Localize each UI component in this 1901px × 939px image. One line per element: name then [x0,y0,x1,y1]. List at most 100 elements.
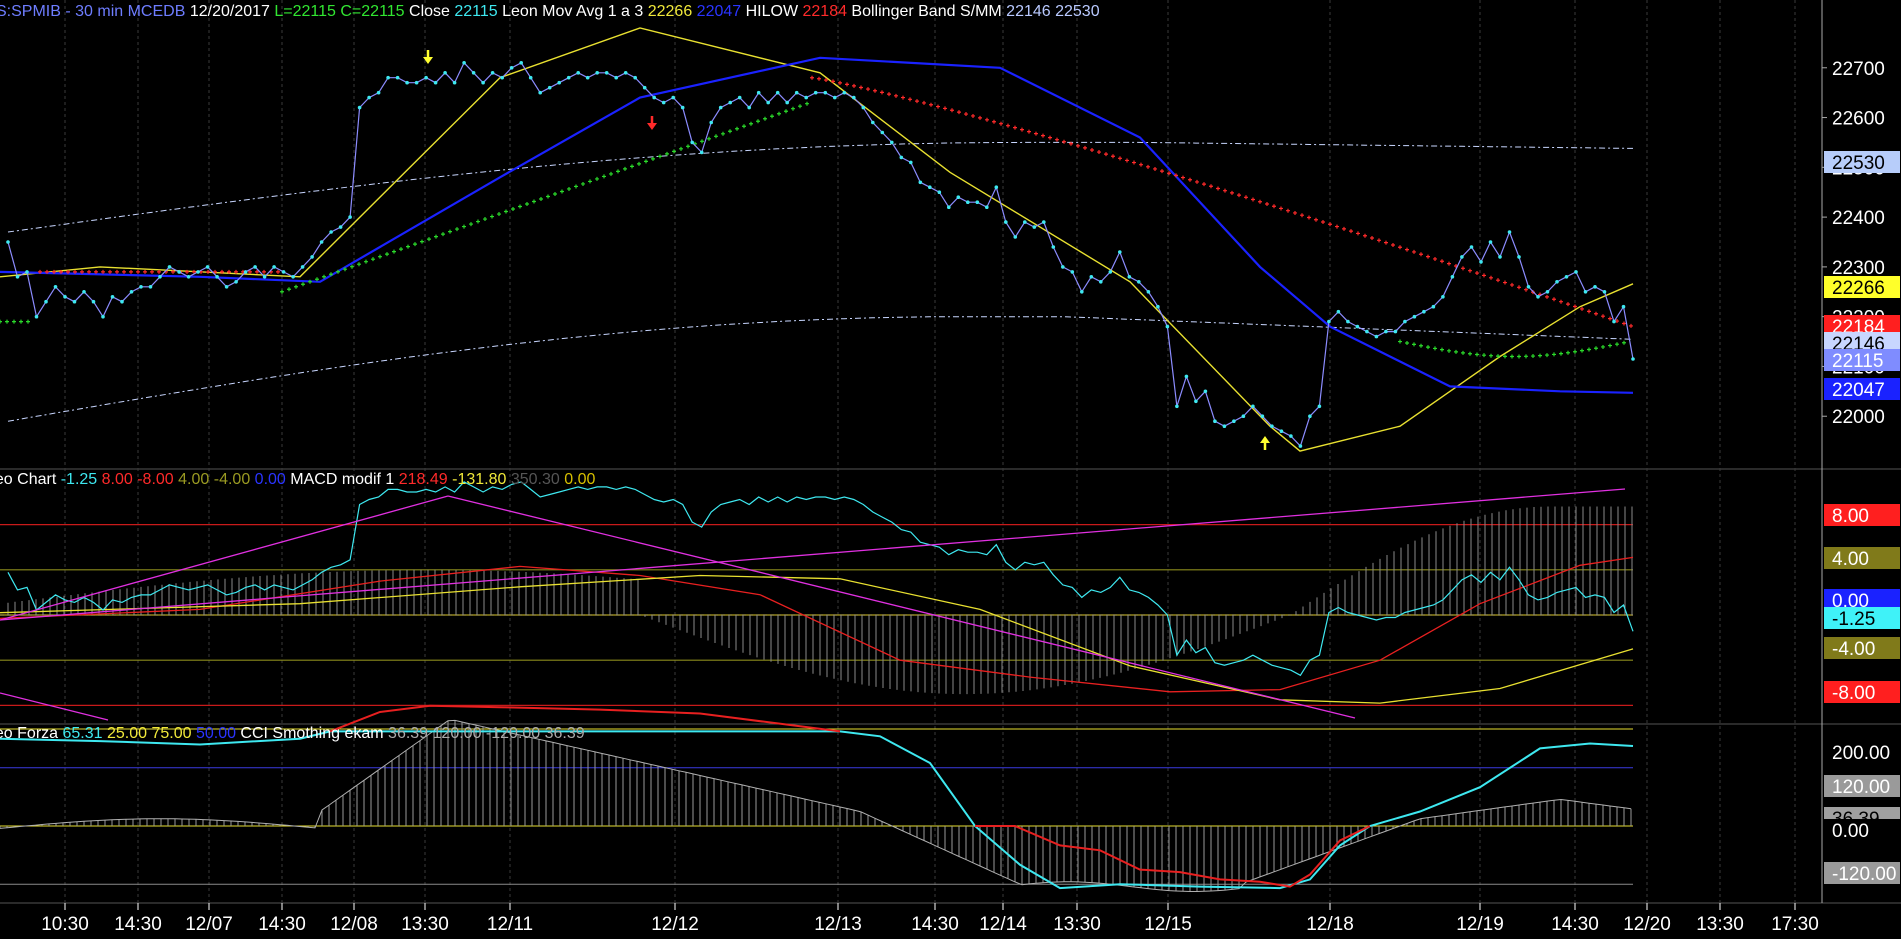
svg-text:22047: 22047 [1832,380,1885,401]
legend-entry: -1.25 [56,471,97,488]
close-point [566,75,571,80]
close-point [386,75,390,80]
close-point [614,75,618,80]
legend-entry: L=22115 [270,3,336,20]
legend-entry: Bollinger Band S/MM [847,3,1002,20]
close-point [1441,295,1445,299]
close-point [490,71,495,75]
close-point [272,265,276,269]
close-point [1260,414,1265,419]
close-point [1479,260,1483,264]
legend-entry: 36.39 [540,725,585,742]
close-point [595,71,599,75]
cci-legend: Leo Forza 65.31 25.00 75.00 50.00 CCI Sm… [0,725,585,742]
legend-entry: 25.00 [103,725,148,742]
price-scale-label: 22400 [1832,208,1885,229]
time-label: 13:30 [401,914,449,935]
cci-value-tag: 120.00 [1824,775,1900,798]
legend-entry: 50.00 [192,725,237,742]
close-point [547,85,552,90]
close-point [1165,324,1170,329]
close-point [1213,419,1217,424]
time-label: 12/13 [814,914,862,935]
time-label: 14:30 [1551,914,1599,935]
cci-value-tag: 200.00 [1824,741,1900,764]
close-point [1108,270,1113,274]
price-value-tag: 22266 [1824,276,1900,299]
close-point [1365,329,1369,334]
close-point [928,185,932,189]
close-point [1013,235,1018,239]
close-point [880,130,885,135]
time-label: 12/15 [1144,914,1192,935]
close-point [1070,270,1075,274]
legend-entry: 22115 [450,3,498,20]
legend-entry: 350.30 [506,471,559,488]
close-point [1612,319,1616,324]
close-point [1175,404,1179,409]
macd-legend: Leo Chart -1.25 8.00 -8.00 4.00 -4.00 0.… [0,471,595,488]
close-point [823,90,828,95]
svg-text:200.00: 200.00 [1832,743,1890,764]
close-point [1374,334,1379,339]
close-point [82,290,86,294]
close-point [1422,309,1426,314]
close-point [357,105,362,110]
close-point [1298,444,1303,448]
legend-entry: 36.39 [384,725,429,742]
time-label: 12/08 [330,914,378,935]
close-point [101,314,105,319]
close-point [367,95,371,100]
close-point [215,275,219,279]
close-point [994,185,999,189]
close-point [148,285,153,289]
close-point [186,275,191,279]
close-point [737,95,742,100]
stock-chart[interactable]: 2270022600225002240022300222002210022000… [0,0,1901,939]
close-point [557,80,561,85]
close-point [785,100,789,105]
close-point [576,71,580,75]
close-point [1023,220,1027,224]
close-point [1203,389,1208,394]
legend-entry: 218.49 [394,471,447,488]
close-point [975,200,980,204]
close-point [91,299,96,304]
legend-entry: -8.00 [133,471,174,488]
close-point [1308,414,1312,419]
close-point [956,195,961,199]
time-label: 14:30 [114,914,162,935]
close-point [1194,399,1198,404]
close-point [804,95,808,100]
svg-text:-4.00: -4.00 [1832,639,1875,660]
close-point [196,270,200,274]
price-value-tag: 22530 [1824,151,1900,174]
close-point [120,299,124,304]
legend-entry: 65.31 [58,725,103,742]
close-point [1583,290,1588,294]
close-point [1127,275,1132,279]
legend-entry: Close [405,3,450,20]
close-point [329,230,333,234]
close-point [158,275,162,279]
close-point [1146,290,1151,294]
close-point [1222,424,1227,429]
close-point [1279,429,1284,434]
close-point [6,240,10,244]
macd-value-tag: 4.00 [1824,547,1900,570]
macd-value-tag: 8.00 [1824,504,1900,527]
legend-entry: 4.00 [174,471,210,488]
close-point [538,90,542,95]
svg-text:22115: 22115 [1832,351,1883,372]
close-point [424,75,428,80]
close-point [756,90,761,95]
legend-entry: -131.80 [448,471,507,488]
time-label: 13:30 [1696,914,1744,935]
close-point [1336,309,1341,314]
close-point [1564,275,1569,279]
close-point [1051,245,1056,249]
close-point [500,75,505,80]
svg-text:22530: 22530 [1832,153,1885,174]
close-point [1241,414,1246,419]
close-point [1488,240,1493,244]
